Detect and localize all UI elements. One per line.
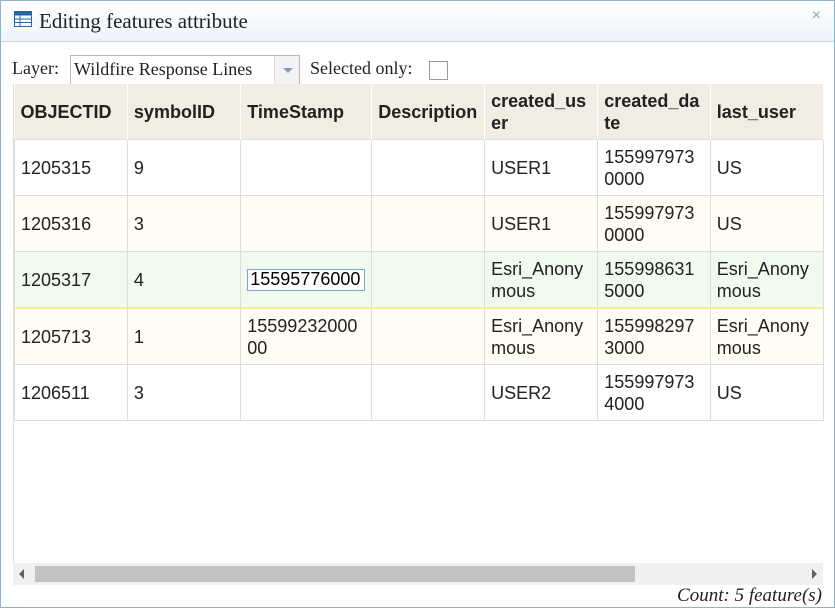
horizontal-scrollbar[interactable] xyxy=(13,563,823,585)
table-cell[interactable]: 1559986315000 xyxy=(597,251,711,309)
column-header[interactable]: symbolID xyxy=(127,84,242,140)
table-cell[interactable]: 1205315 xyxy=(14,139,128,196)
table-cell[interactable]: 1206511 xyxy=(14,364,128,421)
table-cell[interactable]: Esri_Anonymous xyxy=(709,251,824,309)
table-cell[interactable]: US xyxy=(709,364,824,421)
table-cell[interactable] xyxy=(240,139,373,196)
timestamp-edit-input[interactable] xyxy=(247,268,366,291)
table-cell[interactable] xyxy=(371,307,486,365)
scroll-left-icon[interactable] xyxy=(19,569,24,579)
table-cell[interactable] xyxy=(240,364,373,421)
close-icon[interactable]: × xyxy=(812,7,821,25)
chevron-down-icon[interactable] xyxy=(274,56,299,84)
table-cell[interactable]: 1205317 xyxy=(14,251,128,309)
table-cell[interactable]: 1559923200000 xyxy=(240,307,373,365)
editing-attributes-dialog: Editing features attribute × Layer: Wild… xyxy=(0,0,835,608)
table-cell[interactable]: Esri_Anonymous xyxy=(709,307,824,365)
table-header-row: OBJECTID symbolID TimeStamp Description crea… xyxy=(14,84,824,140)
table-cell[interactable]: 1559982973000 xyxy=(597,307,711,365)
column-header[interactable]: last_user xyxy=(710,84,824,140)
table-row[interactable]: 1206511 3 USER2 1559979734000 US xyxy=(14,364,824,421)
table-cell[interactable]: 3 xyxy=(126,195,242,252)
table-cell[interactable]: 1205713 xyxy=(14,307,128,365)
table-cell[interactable] xyxy=(371,364,486,421)
layer-select-value: Wildfire Response Lines xyxy=(74,59,253,79)
table-cell[interactable]: 1559979730000 xyxy=(597,195,711,252)
selected-only-label: Selected only: xyxy=(310,58,413,78)
selected-only-checkbox[interactable] xyxy=(429,61,448,80)
dialog-title: Editing features attribute xyxy=(39,9,248,33)
table-cell[interactable]: 1559979734000 xyxy=(597,364,711,421)
column-header[interactable]: created_date xyxy=(597,84,711,140)
dialog-titlebar[interactable]: Editing features attribute × xyxy=(1,1,834,42)
attribute-table: OBJECTID symbolID TimeStamp Description crea… xyxy=(14,84,824,421)
table-icon xyxy=(14,11,32,27)
table-cell[interactable]: USER1 xyxy=(484,139,599,196)
column-header[interactable]: Description xyxy=(371,84,486,140)
table-cell[interactable]: US xyxy=(709,139,824,196)
table-cell[interactable]: USER1 xyxy=(484,195,599,252)
table-cell[interactable]: 1559979730000 xyxy=(597,139,711,196)
table-row[interactable]: 1205316 3 USER1 1559979730000 US xyxy=(14,195,824,252)
layer-select[interactable]: Wildfire Response Lines xyxy=(70,55,300,85)
table-cell[interactable]: 4 xyxy=(126,251,242,309)
table-cell[interactable] xyxy=(371,251,486,309)
scroll-right-icon[interactable] xyxy=(812,569,817,579)
table-cell[interactable] xyxy=(371,139,486,196)
table-cell[interactable]: 3 xyxy=(126,364,242,421)
table-cell[interactable] xyxy=(371,195,486,252)
table-cell[interactable] xyxy=(240,195,373,252)
scrollbar-thumb[interactable] xyxy=(35,566,635,582)
layer-label: Layer: xyxy=(12,58,59,78)
table-cell[interactable]: US xyxy=(709,195,824,252)
table-cell[interactable]: 1 xyxy=(126,307,242,365)
table-cell[interactable]: 9 xyxy=(126,139,242,196)
table-row[interactable]: 1205713 1 1559923200000 Esri_Anonymous 15599… xyxy=(14,307,824,365)
table-cell[interactable]: USER2 xyxy=(484,364,599,421)
column-header[interactable]: OBJECTID xyxy=(14,84,128,140)
table-row[interactable]: 1205315 9 USER1 1559979730000 US xyxy=(14,139,824,196)
table-cell[interactable]: Esri_Anonymous xyxy=(484,251,599,309)
feature-count: Count: 5 feature(s) xyxy=(677,585,822,606)
column-header[interactable]: TimeStamp xyxy=(240,84,373,140)
table-cell[interactable]: Esri_Anonymous xyxy=(484,307,599,365)
table-cell[interactable] xyxy=(240,251,373,309)
attribute-grid: OBJECTID symbolID TimeStamp Description crea… xyxy=(13,84,824,564)
table-row[interactable]: 12053174 Esri_Anonymous1559986315000Esri_… xyxy=(14,251,824,309)
table-cell[interactable]: 1205316 xyxy=(14,195,128,252)
column-header[interactable]: created_user xyxy=(484,84,599,140)
